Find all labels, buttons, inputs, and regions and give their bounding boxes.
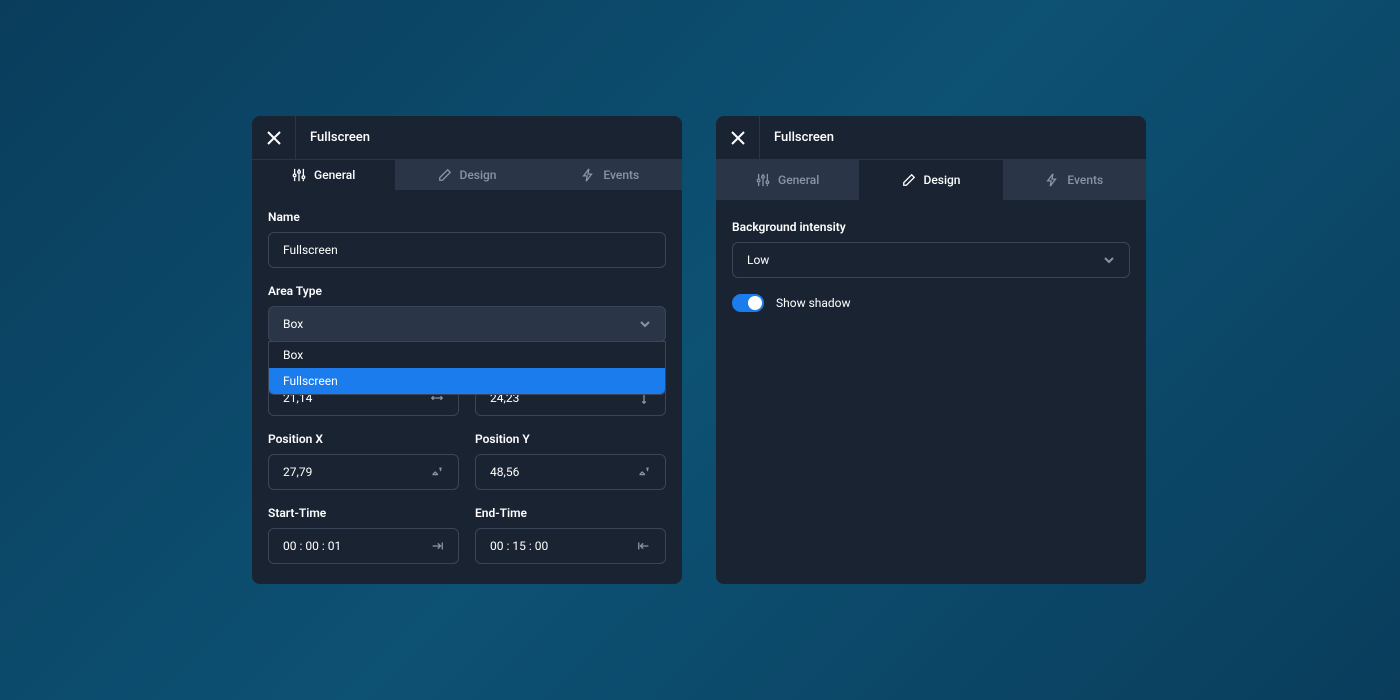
field-pos-x: Position X 27,79 xyxy=(268,432,459,490)
tab-general[interactable]: General xyxy=(716,160,859,200)
tab-design[interactable]: Design xyxy=(859,160,1002,200)
panel-title: Fullscreen xyxy=(760,130,834,145)
close-button[interactable] xyxy=(252,116,296,160)
tabs: General Design Events xyxy=(716,160,1146,200)
dropdown-option-box[interactable]: Box xyxy=(269,342,665,368)
tab-label: Design xyxy=(460,168,497,182)
tab-general[interactable]: General xyxy=(252,160,395,190)
panel-title: Fullscreen xyxy=(296,130,370,145)
pos-x-icon xyxy=(430,465,444,479)
pos-y-icon xyxy=(637,465,651,479)
chevron-down-icon xyxy=(1103,254,1115,266)
name-input[interactable]: Fullscreen xyxy=(268,232,666,268)
properties-panel-design: Fullscreen General Design Events Backgro… xyxy=(716,116,1146,584)
pos-y-input[interactable]: 48,56 xyxy=(475,454,666,490)
area-type-dropdown: Box Fullscreen xyxy=(268,341,666,395)
field-label: Position Y xyxy=(475,432,666,446)
row-time: Start-Time 00 : 00 : 01 End-Time 00 : 15… xyxy=(268,506,666,564)
sliders-icon xyxy=(756,173,770,187)
panel-body: Name Fullscreen Area Type Box Box Fullsc… xyxy=(252,190,682,584)
field-label: Area Type xyxy=(268,284,666,298)
chevron-down-icon xyxy=(639,318,651,330)
properties-panel-general: Fullscreen General Design Events Name Fu… xyxy=(252,116,682,584)
close-button[interactable] xyxy=(716,116,760,160)
tabs: General Design Events xyxy=(252,160,682,190)
field-bg-intensity: Background intensity Low xyxy=(732,220,1130,278)
select-value: Box xyxy=(283,317,303,331)
tab-label: Events xyxy=(1067,173,1103,187)
field-label: Background intensity xyxy=(732,220,1130,234)
tab-design[interactable]: Design xyxy=(395,160,538,190)
tab-events[interactable]: Events xyxy=(1003,160,1146,200)
field-label: Start-Time xyxy=(268,506,459,520)
area-type-select[interactable]: Box xyxy=(268,306,666,342)
field-start-time: Start-Time 00 : 00 : 01 xyxy=(268,506,459,564)
field-show-shadow: Show shadow xyxy=(732,294,1130,312)
bolt-icon xyxy=(581,168,595,182)
input-value: 00 : 00 : 01 xyxy=(283,539,341,553)
field-end-time: End-Time 00 : 15 : 00 xyxy=(475,506,666,564)
pencil-icon xyxy=(438,168,452,182)
show-shadow-toggle[interactable] xyxy=(732,294,764,312)
tab-label: Design xyxy=(924,173,961,187)
select-value: Low xyxy=(747,253,769,267)
row-position: Position X 27,79 Position Y 48,56 xyxy=(268,432,666,490)
input-value: 48,56 xyxy=(490,465,519,479)
field-label: Name xyxy=(268,210,666,224)
panel-body: Background intensity Low Show shadow xyxy=(716,200,1146,332)
end-time-icon xyxy=(637,539,651,553)
close-icon xyxy=(731,131,745,145)
dropdown-option-fullscreen[interactable]: Fullscreen xyxy=(269,368,665,394)
input-value: Fullscreen xyxy=(283,243,338,257)
tab-label: Events xyxy=(603,168,639,182)
pencil-icon xyxy=(902,173,916,187)
start-time-icon xyxy=(430,539,444,553)
sliders-icon xyxy=(292,168,306,182)
panel-header: Fullscreen xyxy=(252,116,682,160)
close-icon xyxy=(267,131,281,145)
tab-label: General xyxy=(778,173,819,187)
field-name: Name Fullscreen xyxy=(268,210,666,268)
input-value: 27,79 xyxy=(283,465,312,479)
field-label: Position X xyxy=(268,432,459,446)
bolt-icon xyxy=(1045,173,1059,187)
input-value: 00 : 15 : 00 xyxy=(490,539,548,553)
tab-events[interactable]: Events xyxy=(539,160,682,190)
pos-x-input[interactable]: 27,79 xyxy=(268,454,459,490)
bg-intensity-select[interactable]: Low xyxy=(732,242,1130,278)
tab-label: General xyxy=(314,168,355,182)
field-pos-y: Position Y 48,56 xyxy=(475,432,666,490)
panel-header: Fullscreen xyxy=(716,116,1146,160)
start-time-input[interactable]: 00 : 00 : 01 xyxy=(268,528,459,564)
field-label: End-Time xyxy=(475,506,666,520)
end-time-input[interactable]: 00 : 15 : 00 xyxy=(475,528,666,564)
toggle-label: Show shadow xyxy=(776,296,851,310)
field-area-type: Area Type Box Box Fullscreen xyxy=(268,284,666,342)
toggle-knob xyxy=(748,296,762,310)
